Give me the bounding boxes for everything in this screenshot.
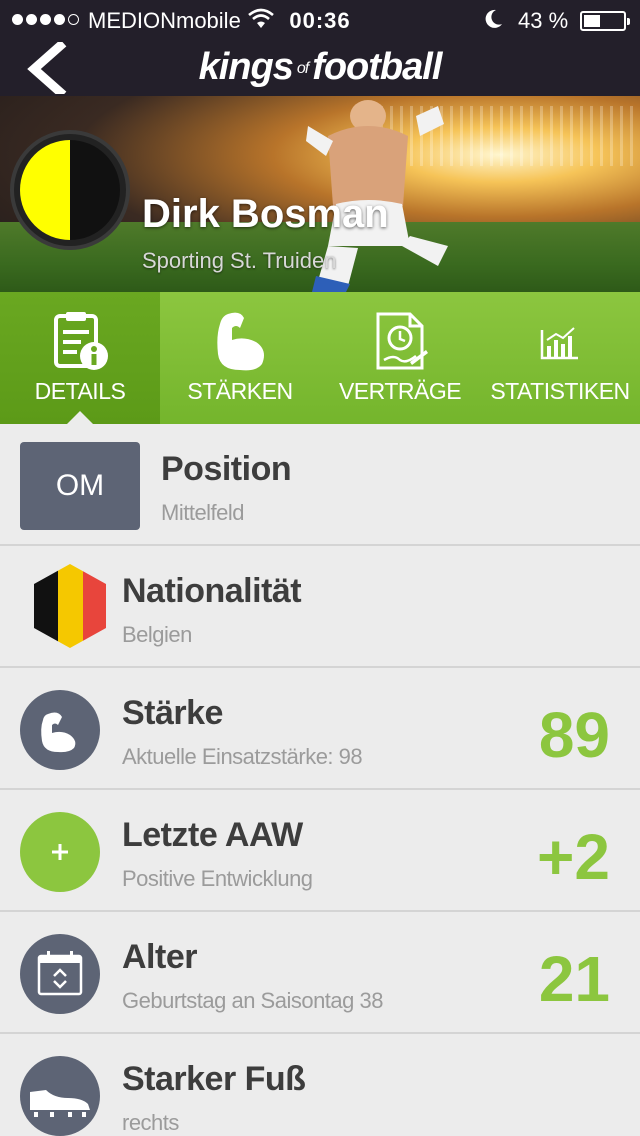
nav-bar: kings of football: [0, 39, 640, 99]
player-tabs: DETAILS STÄRKEN VERTRÄGE STATISTIKEN: [0, 292, 640, 425]
club-name: Sporting St. Truiden: [142, 248, 337, 273]
age-title: Alter: [122, 938, 197, 976]
last-aaw-subtitle: Positive Entwicklung: [122, 866, 313, 891]
tab-staerken[interactable]: STÄRKEN: [160, 292, 320, 424]
tab-details-label: DETAILS: [34, 378, 126, 404]
tab-vertraege[interactable]: VERTRÄGE: [320, 292, 480, 424]
tab-statistiken-label: STATISTIKEN: [490, 378, 630, 404]
nationality-subtitle: Belgien: [122, 622, 192, 647]
detail-row-nationality: Nationalität Belgien: [0, 546, 640, 668]
strong-foot-subtitle: rechts: [122, 1110, 179, 1135]
position-title: Position: [161, 450, 292, 488]
detail-row-strong-foot: Starker Fuß rechts: [0, 1034, 640, 1136]
battery-icon: [580, 11, 630, 31]
contract-icon: [376, 312, 428, 370]
strength-value: 89: [538, 699, 610, 771]
foot-icon-circle: [20, 1056, 100, 1136]
tab-details[interactable]: DETAILS: [0, 292, 160, 425]
app-logo: kings of football: [198, 46, 443, 88]
flexed-arm-icon: [217, 312, 264, 371]
detail-row-strength: Stärke Aktuelle Einsatzstärke: 98 89: [0, 668, 640, 790]
strong-foot-title: Starker Fuß: [122, 1060, 306, 1098]
strength-title: Stärke: [122, 694, 223, 732]
detail-row-position: OM Position Mittelfeld: [0, 424, 640, 546]
nationality-title: Nationalität: [122, 572, 302, 610]
position-subtitle: Mittelfeld: [161, 500, 245, 525]
age-value: 21: [538, 943, 610, 1015]
tab-vertraege-label: VERTRÄGE: [338, 378, 462, 404]
player-details-list: OM Position Mittelfeld Nationalität Belg…: [0, 424, 640, 1136]
flexed-arm-icon: [41, 712, 76, 753]
football-boot-icon: [30, 1090, 90, 1117]
tab-statistiken[interactable]: STATISTIKEN: [480, 292, 640, 424]
tab-staerken-label: STÄRKEN: [187, 378, 293, 404]
last-aaw-title: Letzte AAW: [122, 816, 303, 854]
last-aaw-value: +2: [537, 821, 610, 893]
age-subtitle: Geburtstag an Saisontag 38: [122, 988, 383, 1013]
detail-row-age: Alter Geburtstag an Saisontag 38 21: [0, 912, 640, 1034]
belgium-flag-icon: [34, 564, 106, 648]
player-name: Dirk Bosman: [142, 192, 389, 236]
aaw-icon-circle: [20, 812, 100, 892]
active-tab-pointer: [66, 411, 94, 425]
battery-percentage: 43 %: [518, 8, 569, 33]
clipboard-info-icon: [54, 312, 108, 370]
plus-icon: [52, 844, 68, 860]
club-crest: [10, 130, 130, 250]
strength-icon-circle: [20, 690, 100, 770]
position-badge: OM: [20, 442, 140, 530]
detail-row-last-aaw: Letzte AAW Positive Entwicklung +2: [0, 790, 640, 912]
bar-chart-icon: [540, 327, 578, 360]
strength-subtitle: Aktuelle Einsatzstärke: 98: [122, 744, 363, 769]
calendar-icon: [37, 951, 83, 996]
do-not-disturb-moon-icon: [482, 8, 504, 36]
age-icon-circle: [20, 934, 100, 1014]
status-bar: MEDIONmobile 00:36 43 %: [0, 0, 640, 40]
